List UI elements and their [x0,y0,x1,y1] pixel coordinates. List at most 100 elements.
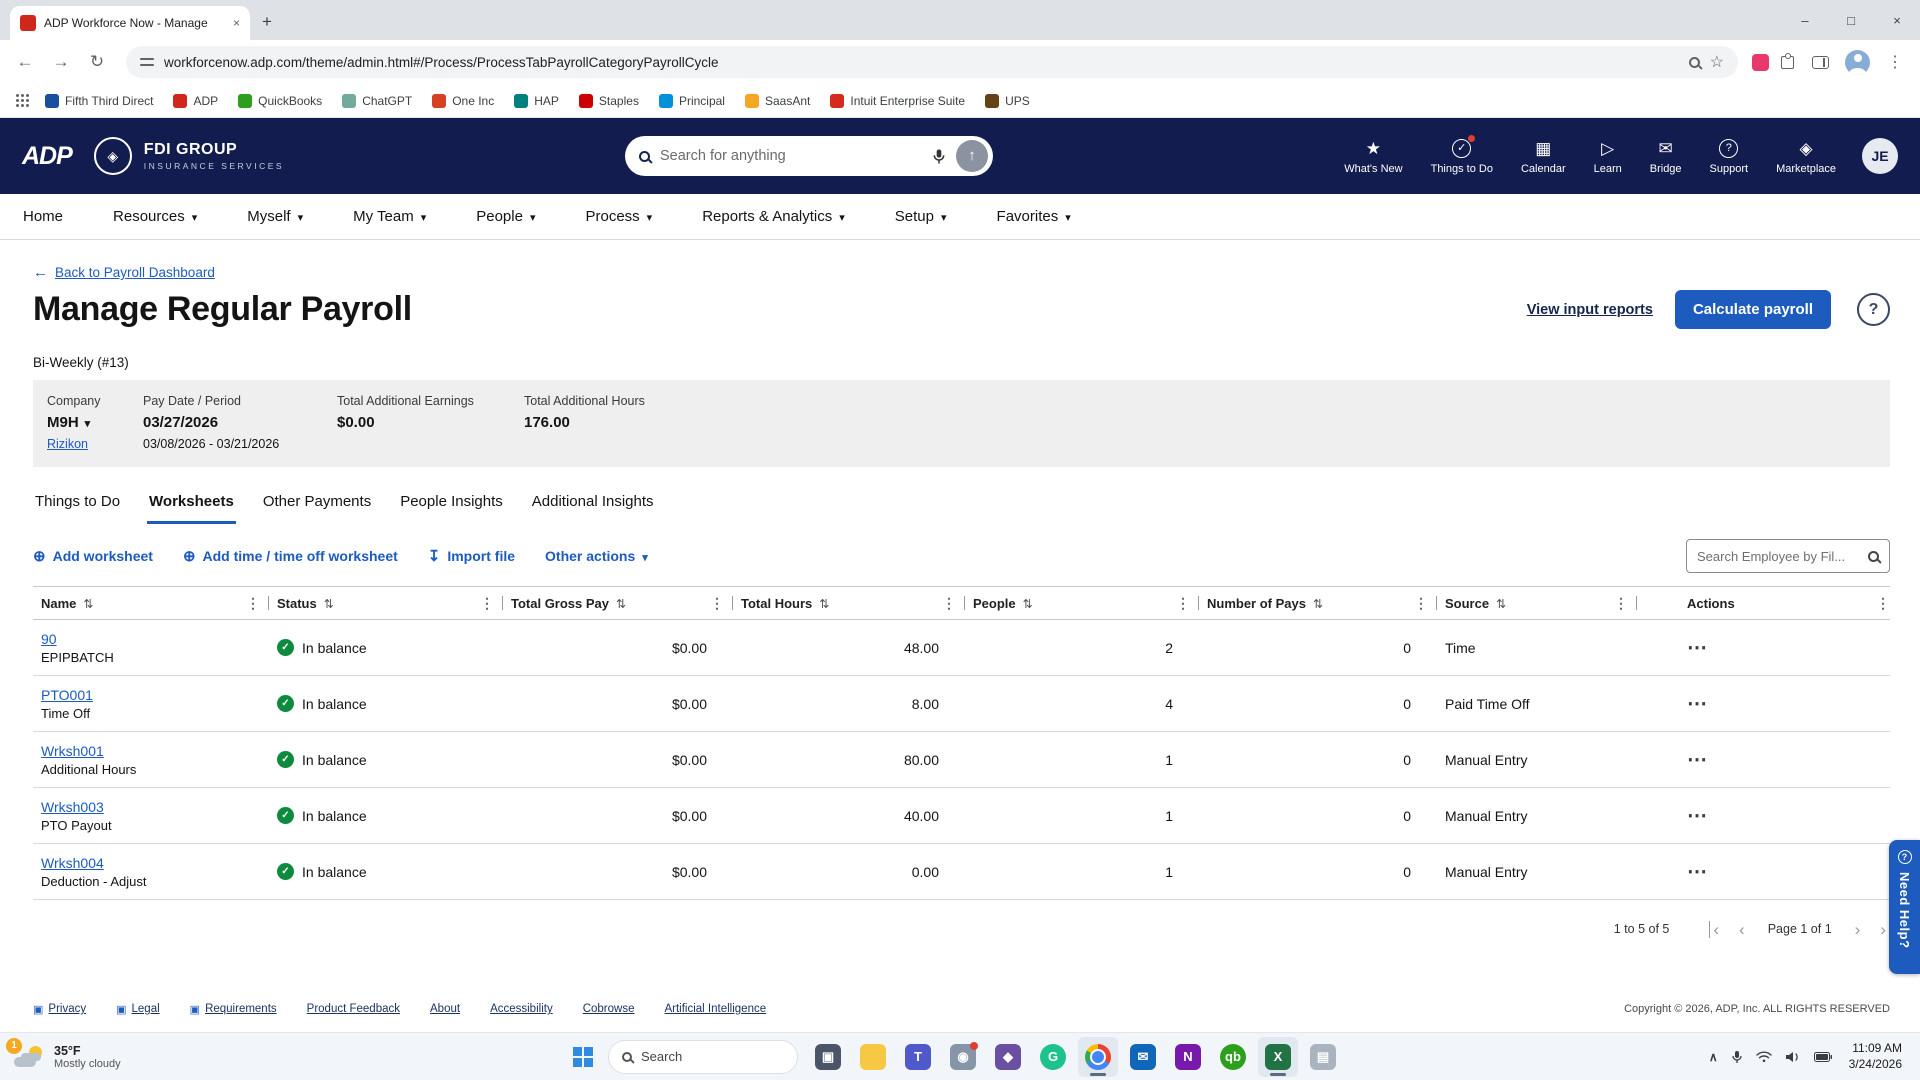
window-minimize-button[interactable] [1782,0,1828,40]
import-file-button[interactable]: Import file [428,547,515,565]
section-tab[interactable]: Other Payments [261,485,373,524]
column-header[interactable]: Total Gross Pay [503,587,733,619]
adp-logo[interactable]: ADP [22,142,72,171]
mic-icon[interactable] [932,148,946,165]
nav-item[interactable]: Process [585,208,652,225]
taskbar-app[interactable]: ✉ [1123,1037,1163,1077]
start-button[interactable] [572,1046,594,1068]
column-menu-icon[interactable] [710,595,724,612]
nav-item[interactable]: My Team [353,208,426,225]
column-header[interactable]: People [965,587,1199,619]
column-header[interactable]: Name [33,587,269,619]
search-submit-button[interactable] [956,140,988,172]
forward-button[interactable] [46,47,76,77]
address-bar[interactable]: workforcenow.adp.com/theme/admin.html#/P… [126,46,1738,78]
sort-icon[interactable] [83,596,93,611]
view-input-reports-link[interactable]: View input reports [1527,302,1653,318]
header-menu-item[interactable]: ▷ Learn [1594,137,1622,175]
bookmark-item[interactable]: QuickBooks [238,94,322,108]
zoom-icon[interactable] [1689,57,1700,68]
company-sub-link[interactable]: Rizikon [47,437,88,451]
bookmark-item[interactable]: Staples [579,94,639,108]
column-header[interactable]: Actions [1637,587,1890,619]
section-tab[interactable]: People Insights [398,485,505,524]
worksheet-link[interactable]: Wrksh004 [41,855,104,871]
taskbar-app[interactable]: T [898,1037,938,1077]
header-menu-item[interactable]: ✉ Bridge [1650,137,1682,175]
worksheet-link[interactable]: Wrksh003 [41,799,104,815]
footer-link[interactable]: Requirements [190,1000,277,1018]
footer-link[interactable]: About [430,1003,460,1015]
tray-overflow-icon[interactable] [1709,1048,1718,1066]
column-header[interactable]: Number of Pays [1199,587,1437,619]
worksheet-link[interactable]: 90 [41,631,57,647]
worksheet-link[interactable]: PTO001 [41,687,93,703]
mic-icon[interactable] [1731,1050,1743,1064]
chrome-profile-avatar[interactable] [1845,50,1870,75]
employee-search-input[interactable] [1697,549,1860,564]
window-close-button[interactable] [1874,0,1920,40]
worksheet-link[interactable]: Wrksh001 [41,743,104,759]
column-menu-icon[interactable] [1414,595,1428,612]
browser-menu-icon[interactable] [1880,47,1910,77]
back-to-dashboard-link[interactable]: Back to Payroll Dashboard [33,264,215,281]
header-menu-item[interactable]: ▦ Calendar [1521,137,1566,175]
nav-item[interactable]: Home [23,208,63,225]
section-tab[interactable]: Worksheets [147,485,236,524]
header-menu-item[interactable]: ★ What's New [1344,137,1402,175]
footer-link[interactable]: Artificial Intelligence [664,1003,766,1015]
bookmark-item[interactable]: ChatGPT [342,94,412,108]
global-search-input[interactable] [660,148,922,164]
column-menu-icon[interactable] [246,595,260,612]
taskbar-search[interactable]: Search [608,1040,798,1074]
header-menu-item[interactable]: ✓ Things to Do [1431,137,1493,175]
taskbar-app[interactable]: ▤ [1303,1037,1343,1077]
first-page-button[interactable] [1709,921,1722,938]
next-page-button[interactable] [1852,921,1864,938]
nav-item[interactable]: Reports & Analytics [702,208,845,225]
sort-icon[interactable] [1023,596,1033,611]
wifi-icon[interactable] [1756,1051,1772,1063]
section-tab[interactable]: Things to Do [33,485,122,524]
bookmark-item[interactable]: Principal [659,94,725,108]
weather-widget[interactable]: 1 35°F Mostly cloudy [14,1044,121,1070]
taskbar-app[interactable]: G [1033,1037,1073,1077]
taskbar-app[interactable] [1078,1037,1118,1077]
extensions-puzzle-icon[interactable] [1781,56,1794,69]
help-icon[interactable] [1857,293,1890,326]
bookmark-item[interactable]: UPS [985,94,1030,108]
column-menu-icon[interactable] [1876,595,1890,612]
column-menu-icon[interactable] [942,595,956,612]
battery-icon[interactable] [1814,1052,1832,1062]
sort-icon[interactable] [1313,596,1323,611]
row-actions-button[interactable] [1687,753,1708,769]
user-avatar[interactable]: JE [1862,138,1898,174]
taskbar-app[interactable]: ◆ [988,1037,1028,1077]
calculate-payroll-button[interactable]: Calculate payroll [1675,290,1831,329]
volume-icon[interactable] [1785,1051,1801,1063]
row-actions-button[interactable] [1687,697,1708,713]
nav-item[interactable]: Resources [113,208,197,225]
column-header[interactable]: Total Hours [733,587,965,619]
site-settings-icon[interactable] [140,57,154,67]
section-tab[interactable]: Additional Insights [530,485,656,524]
nav-item[interactable]: Setup [895,208,947,225]
bookmark-star-icon[interactable] [1710,52,1724,72]
taskbar-app[interactable]: X [1258,1037,1298,1077]
extension-icon[interactable] [1752,54,1769,71]
nav-item[interactable]: Myself [247,208,303,225]
bookmark-item[interactable]: Fifth Third Direct [45,94,153,108]
window-maximize-button[interactable] [1828,0,1874,40]
sort-icon[interactable] [1496,596,1506,611]
taskbar-app[interactable]: N [1168,1037,1208,1077]
other-actions-dropdown[interactable]: Other actions [545,548,648,564]
row-actions-button[interactable] [1687,809,1708,825]
footer-link[interactable]: Product Feedback [307,1003,400,1015]
column-menu-icon[interactable] [1614,595,1628,612]
footer-link[interactable]: Cobrowse [583,1003,635,1015]
taskbar-app[interactable]: ▣ [808,1037,848,1077]
add-worksheet-button[interactable]: Add worksheet [33,547,153,565]
column-header[interactable]: Source [1437,587,1637,619]
add-time-worksheet-button[interactable]: Add time / time off worksheet [183,547,398,565]
row-actions-button[interactable] [1687,641,1708,657]
